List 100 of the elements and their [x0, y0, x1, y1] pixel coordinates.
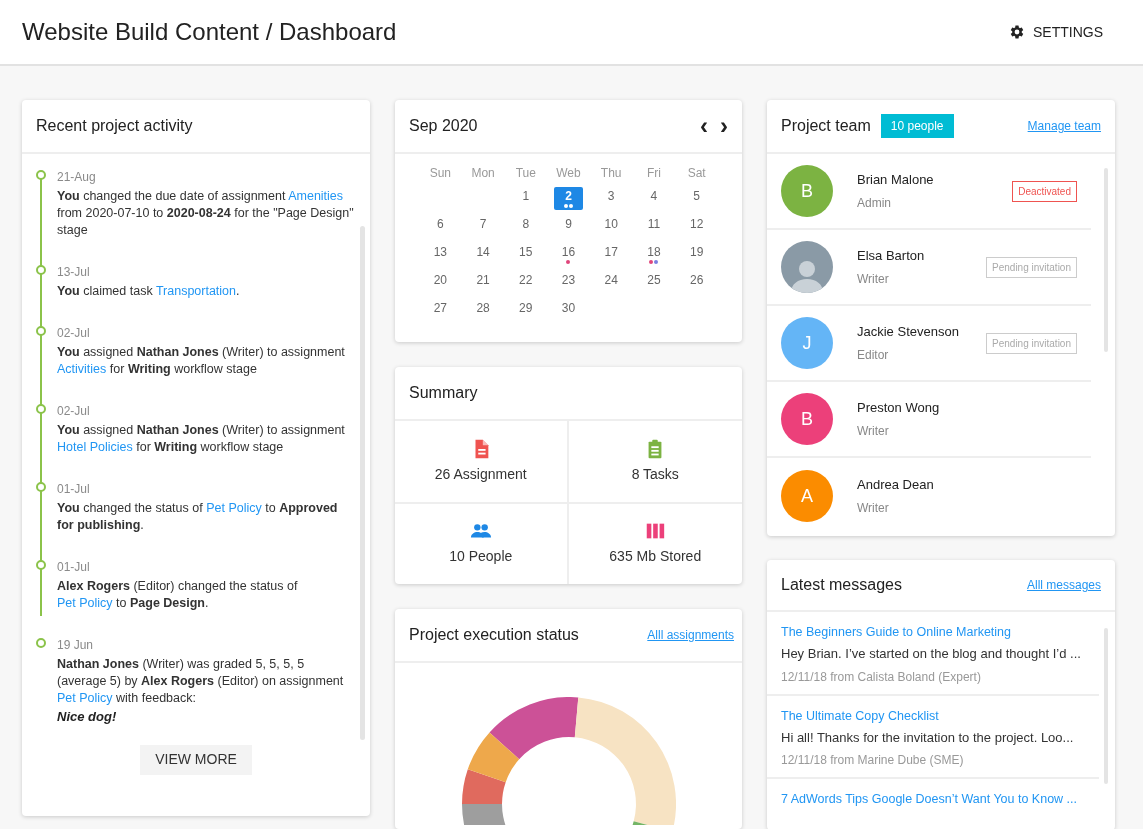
weekday-label: Thu: [599, 165, 623, 182]
activity-date: 02-Jul: [57, 325, 91, 342]
previous-month-button[interactable]: ‹: [700, 114, 708, 138]
calendar-day[interactable]: 12: [682, 215, 712, 238]
weekday-label: Sun: [428, 165, 453, 182]
card-title: Recent project activity: [36, 116, 193, 136]
calendar-day[interactable]: 22: [511, 271, 541, 294]
member-role: Admin: [857, 195, 892, 213]
activity-date: 19 Jun: [57, 637, 95, 654]
member-name: Brian Malone: [857, 170, 934, 189]
message-preview: Hi all! Thanks for the invitation to the project. Loo...: [781, 728, 1075, 747]
card-title: Project execution status: [409, 625, 579, 645]
activity-date: 02-Jul: [57, 403, 91, 420]
assignment-link[interactable]: Hotel Policies: [57, 440, 133, 454]
weekday-label: Tue: [514, 165, 537, 182]
avatar: J: [781, 317, 833, 369]
calendar-day[interactable]: 16: [554, 243, 583, 266]
avatar: B: [781, 393, 833, 445]
status-badge: Pending invitation: [986, 332, 1077, 354]
message-subject-link[interactable]: 7 AdWords Tips Google Doesn’t Want You to Know ...: [781, 791, 1077, 807]
activity-text: You assigned Nathan Jones (Writer) to assignment Activities for Writing workflow stage: [57, 344, 346, 378]
calendar-day[interactable]: 25: [639, 271, 669, 294]
card-title: Summary: [409, 383, 478, 403]
calendar-day[interactable]: 26: [682, 271, 712, 294]
calendar-day[interactable]: 15: [511, 243, 541, 266]
view-more-button[interactable]: VIEW MORE: [140, 744, 252, 775]
settings-button[interactable]: SETTINGS: [1009, 21, 1103, 43]
activity-text: You assigned Nathan Jones (Writer) to assignment Hotel Policies for Writing workflow stage: [57, 422, 346, 456]
calendar-day[interactable]: 2: [554, 187, 583, 210]
calendar-day[interactable]: 29: [511, 299, 541, 322]
activity-text: Alex Rogers (Editor) changed the status of Pet Policy to Page Design.: [57, 578, 299, 612]
message-meta: 12/11/18 from Calista Boland (Expert): [781, 668, 982, 686]
calendar-day[interactable]: 24: [596, 271, 626, 294]
calendar-day[interactable]: 21: [468, 271, 498, 294]
calendar-day[interactable]: 20: [425, 271, 455, 294]
calendar-day[interactable]: 28: [468, 299, 498, 322]
avatar: B: [781, 165, 833, 217]
card-title: Latest messages: [781, 575, 902, 595]
member-name: Preston Wong: [857, 398, 940, 417]
message-preview: Hey Brian. I’ve started on the blog and thought I’d ...: [781, 645, 1082, 663]
member-name: Jackie Stevenson: [857, 322, 959, 341]
calendar-day[interactable]: 18: [639, 243, 669, 266]
assignment-link[interactable]: Pet Policy: [57, 596, 113, 610]
calendar-day[interactable]: 10: [596, 215, 626, 238]
calendar-day[interactable]: 13: [425, 243, 455, 266]
calendar-day[interactable]: 23: [554, 271, 583, 294]
activity-date: 21-Aug: [57, 169, 97, 186]
activity-text: You changed the due date of assignment Amenities from 2020-07-10 to 2020-08-24 for the "Page Design" stage: [57, 188, 355, 239]
weekday-label: Mon: [470, 165, 496, 182]
member-role: Writer: [857, 423, 890, 441]
manage-team-link[interactable]: Manage team: [1027, 117, 1101, 135]
member-role: Editor: [857, 347, 890, 365]
activity-text: Nathan Jones (Writer) was graded 5, 5, 5, 5 (average 5) by Alex Rogers (Editor) on assignment Pet Policy with feedback:: [57, 656, 345, 707]
calendar-day[interactable]: 7: [468, 215, 498, 238]
all-messages-link[interactable]: Alll messages: [1026, 576, 1101, 594]
calendar-day[interactable]: 17: [596, 243, 626, 266]
calendar-day[interactable]: 6: [425, 215, 455, 238]
member-name: Andrea Dean: [857, 475, 934, 494]
calendar-day[interactable]: 30: [554, 299, 583, 322]
assignment-link[interactable]: Amenities: [288, 189, 344, 203]
avatar: A: [781, 470, 833, 522]
calendar-day[interactable]: 14: [468, 243, 498, 266]
assignment-link[interactable]: Activities: [57, 362, 107, 376]
stat-label: 26 Assignment: [434, 464, 527, 484]
message-subject-link[interactable]: The Beginners Guide to Online Marketing: [781, 624, 1011, 640]
calendar-day[interactable]: 1: [511, 187, 541, 210]
page-title: Website Build Content / Dashboard: [22, 17, 397, 47]
status-badge: Pending invitation: [986, 256, 1077, 278]
calendar-day[interactable]: 9: [554, 215, 583, 238]
member-name: Elsa Barton: [857, 246, 925, 265]
settings-icon: [1009, 24, 1025, 40]
assignment-link[interactable]: Transportation: [155, 284, 237, 298]
calendar-day[interactable]: 27: [425, 299, 455, 322]
message-subject-link[interactable]: The Ultimate Copy Checklist: [781, 707, 939, 724]
calendar-day[interactable]: 4: [639, 187, 669, 210]
calendar-month: Sep 2020: [409, 116, 478, 136]
people-count-badge: 10 people: [880, 114, 954, 138]
all-assignments-link[interactable]: Alll assignments: [647, 626, 734, 644]
activity-date: 01-Jul: [57, 559, 91, 576]
photo-placeholder: [781, 241, 833, 293]
member-role: Writer: [857, 500, 890, 518]
calendar-day[interactable]: 11: [639, 215, 669, 238]
activity-date: 13-Jul: [57, 264, 91, 281]
calendar-day[interactable]: 5: [682, 187, 712, 210]
stat-label: 8 Tasks: [631, 464, 679, 484]
next-month-button[interactable]: ›: [720, 114, 728, 138]
activity-text: You changed the status of Pet Policy to Approved for publishing.: [57, 500, 339, 534]
calendar-day[interactable]: 8: [511, 215, 541, 238]
calendar-day[interactable]: 3: [596, 187, 626, 210]
assignment-link[interactable]: Pet Policy: [206, 501, 262, 515]
feedback-text: Nice dog!: [57, 708, 118, 726]
weekday-label: Web: [555, 165, 582, 182]
weekday-label: Fri: [645, 165, 662, 182]
calendar-day[interactable]: 19: [682, 243, 712, 266]
weekday-label: Sat: [686, 165, 707, 182]
activity-text: You claimed task Transportation.: [57, 283, 241, 300]
member-role: Writer: [857, 271, 890, 289]
message-meta: 12/11/18 from Marine Dube (SME): [781, 752, 965, 769]
stat-label: 10 People: [449, 547, 513, 567]
assignment-link[interactable]: Pet Policy: [57, 691, 113, 705]
